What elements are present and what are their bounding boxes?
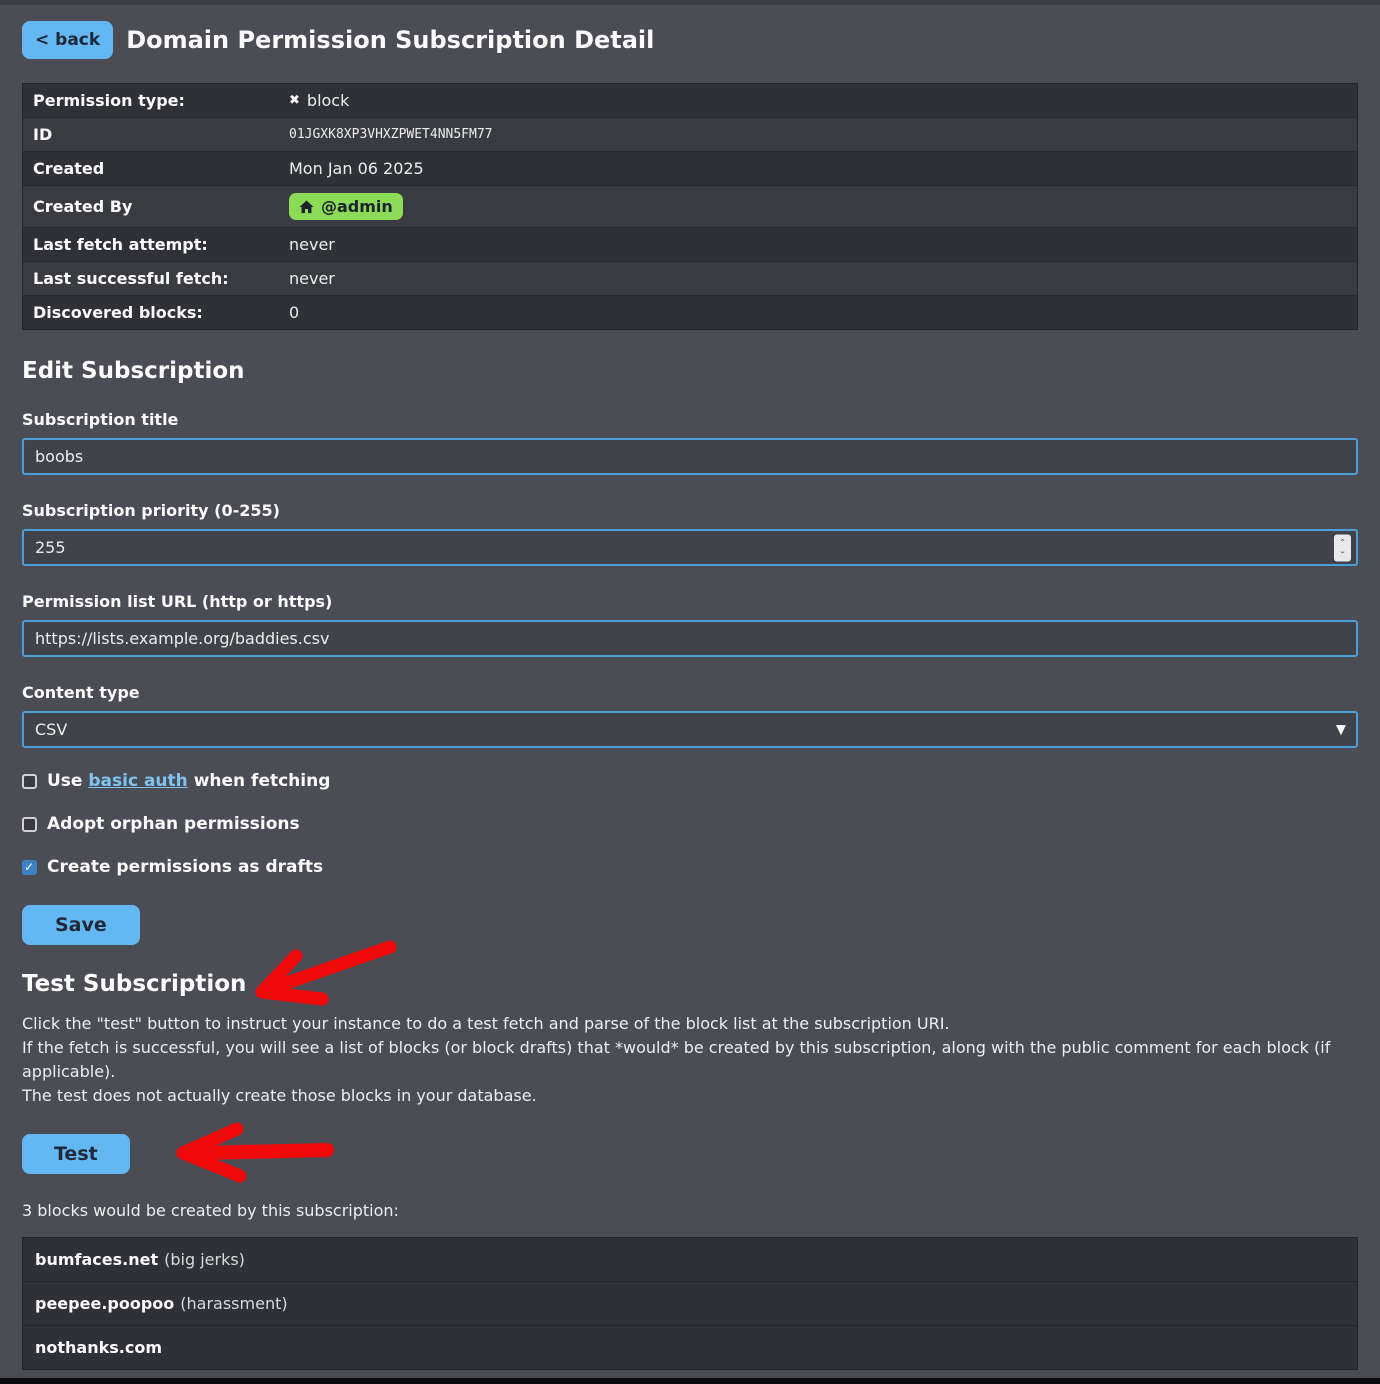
edit-subscription-heading: Edit Subscription	[22, 358, 1358, 384]
detail-row-created-by: Created By @admin	[23, 186, 1357, 228]
adopt-orphans-checkbox[interactable]	[22, 817, 37, 832]
block-row: bumfaces.net (big jerks)	[23, 1238, 1357, 1281]
create-drafts-checkbox-row: Create permissions as drafts	[22, 857, 1358, 877]
subscription-id-value: 01JGXK8XP3VHXZPWET4NN5FM77	[289, 127, 493, 142]
detail-row-id: ID 01JGXK8XP3VHXZPWET4NN5FM77	[23, 118, 1357, 152]
detail-label: Created	[33, 159, 289, 178]
permission-list-url-input[interactable]	[22, 620, 1358, 657]
content-type-label: Content type	[22, 683, 1358, 702]
detail-label: Last successful fetch:	[33, 269, 289, 288]
basic-auth-label: Use basic auth when fetching	[47, 771, 330, 791]
basic-auth-checkbox-row: Use basic auth when fetching	[22, 771, 1358, 791]
subscription-priority-input[interactable]	[22, 529, 1358, 566]
test-result-summary: 3 blocks would be created by this subscr…	[22, 1201, 1358, 1220]
last-successful-fetch-value: never	[289, 269, 335, 288]
discovered-blocks-value: 0	[289, 303, 299, 322]
home-icon	[299, 200, 314, 214]
last-fetch-attempt-value: never	[289, 235, 335, 254]
block-domain: nothanks.com	[35, 1338, 162, 1357]
content-type-group: Content type CSV ▼	[22, 683, 1358, 748]
subscription-title-label: Subscription title	[22, 410, 1358, 429]
block-row: peepee.poopoo (harassment)	[23, 1281, 1357, 1325]
test-button-row: Test	[22, 1108, 1358, 1174]
adopt-orphans-label: Adopt orphan permissions	[47, 814, 300, 834]
adopt-orphans-checkbox-row: Adopt orphan permissions	[22, 814, 1358, 834]
back-button[interactable]: < back	[22, 21, 113, 59]
blocks-list: bumfaces.net (big jerks) peepee.poopoo (ha…	[22, 1237, 1358, 1370]
page-title: Domain Permission Subscription Detail	[126, 26, 654, 54]
detail-row-created: Created Mon Jan 06 2025	[23, 152, 1357, 186]
annotation-arrow-heading	[230, 937, 410, 1017]
block-domain: peepee.poopoo	[35, 1294, 174, 1313]
annotation-arrow-test-button	[157, 1120, 347, 1186]
created-by-badge[interactable]: @admin	[289, 193, 403, 220]
block-domain: bumfaces.net	[35, 1250, 158, 1269]
basic-auth-checkbox[interactable]	[22, 774, 37, 789]
block-comment: (harassment)	[180, 1294, 287, 1313]
subscription-priority-label: Subscription priority (0-255)	[22, 501, 1358, 520]
detail-label: Last fetch attempt:	[33, 235, 289, 254]
detail-label: Permission type:	[33, 91, 289, 110]
subscription-priority-group: Subscription priority (0-255) ⌃⌄	[22, 501, 1358, 566]
block-comment: (big jerks)	[164, 1250, 245, 1269]
permission-list-url-label: Permission list URL (http or https)	[22, 592, 1358, 611]
number-stepper[interactable]: ⌃⌄	[1334, 534, 1351, 561]
detail-label: ID	[33, 125, 289, 144]
create-drafts-checkbox[interactable]	[22, 860, 37, 875]
content-type-select[interactable]: CSV	[22, 711, 1358, 748]
page-content: < back Domain Permission Subscription De…	[0, 21, 1380, 1370]
create-drafts-label: Create permissions as drafts	[47, 857, 323, 877]
detail-label: Created By	[33, 197, 289, 216]
test-subscription-heading: Test Subscription	[22, 971, 246, 997]
detail-value: ✖ block	[289, 91, 349, 110]
save-button[interactable]: Save	[22, 905, 140, 945]
block-x-icon: ✖	[289, 93, 300, 108]
page-header: < back Domain Permission Subscription De…	[22, 21, 1358, 59]
subscription-title-input[interactable]	[22, 438, 1358, 475]
created-by-username: @admin	[321, 197, 393, 216]
stepper-down-icon[interactable]: ⌄	[1339, 548, 1347, 556]
permission-type-value: block	[307, 91, 349, 110]
test-button[interactable]: Test	[22, 1134, 130, 1174]
block-row: nothanks.com	[23, 1325, 1357, 1369]
detail-row-permission-type: Permission type: ✖ block	[23, 84, 1357, 118]
detail-row-last-fetch-attempt: Last fetch attempt: never	[23, 228, 1357, 262]
detail-value: @admin	[289, 193, 403, 220]
basic-auth-link[interactable]: basic auth	[88, 771, 187, 791]
window-top-edge	[0, 0, 1380, 5]
permission-list-url-group: Permission list URL (http or https)	[22, 592, 1358, 657]
subscription-detail-table: Permission type: ✖ block ID 01JGXK8XP3VH…	[22, 83, 1358, 330]
detail-row-last-successful-fetch: Last successful fetch: never	[23, 262, 1357, 296]
test-description: Click the "test" button to instruct your…	[22, 1012, 1358, 1108]
content-type-selected-value: CSV	[35, 720, 67, 739]
detail-label: Discovered blocks:	[33, 303, 289, 322]
detail-row-discovered-blocks: Discovered blocks: 0	[23, 296, 1357, 329]
created-date-value: Mon Jan 06 2025	[289, 159, 424, 178]
window-bottom-edge	[0, 1378, 1380, 1384]
subscription-title-group: Subscription title	[22, 410, 1358, 475]
